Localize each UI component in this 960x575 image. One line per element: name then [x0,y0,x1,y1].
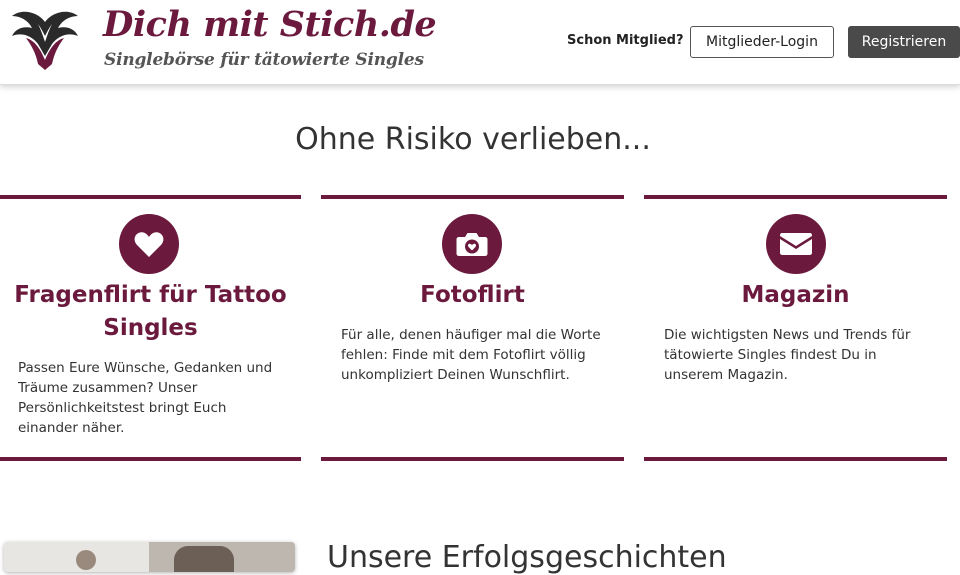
feature-description: Die wichtigsten News und Trends für täto… [664,325,944,385]
page-title: Ohne Risiko verlieben... [295,122,651,157]
feature-card-fotoflirt[interactable]: Fotoflirt Für alle, denen häufiger mal d… [321,195,624,461]
logo-title[interactable]: Dich mit Stich.de [103,4,437,45]
feature-icon-circle [442,214,502,274]
member-login-button[interactable]: Mitglieder-Login [690,26,834,58]
member-question: Schon Mitglied? [567,33,684,48]
tribal-tattoo-logo-icon[interactable] [8,8,82,72]
register-button[interactable]: Registrieren [848,26,960,58]
feature-card-magazin[interactable]: Magazin Die wichtigsten News und Trends … [644,195,947,461]
register-label: Registrieren [861,34,947,50]
camera-icon [456,233,488,256]
feature-description-line: Persönlichkeitstest bringt Euch [18,400,227,416]
feature-title[interactable]: Fotoflirt [321,279,624,312]
member-login-label: Mitglieder-Login [706,34,818,50]
feature-title-line1: Fragenflirt für Tattoo [14,282,287,308]
feature-description-line: Die wichtigsten News und Trends für [664,327,911,343]
photo-person [174,546,234,572]
feature-description-line: tätowierte Singles findest Du in [664,347,877,363]
envelope-icon [780,233,812,255]
feature-description-line: unserem Magazin. [664,367,788,383]
heart-icon [134,231,164,257]
feature-description-line: Passen Eure Wünsche, Gedanken und [18,360,273,376]
feature-description: Für alle, denen häufiger mal die Worte f… [341,325,621,385]
feature-title-line1: Magazin [741,282,850,308]
feature-icon-circle [766,214,826,274]
feature-description-line: unkompliziert Deinen Wunschflirt. [341,367,570,383]
success-stories-title: Unsere Erfolgsgeschichten [327,540,727,575]
feature-title[interactable]: Magazin [644,279,947,312]
feature-description-line: Für alle, denen häufiger mal die Worte [341,327,601,343]
feature-description-line: fehlen: Finde mit dem Fotoflirt völlig [341,347,586,363]
feature-description-line: Träume zusammen? Unser [18,380,198,396]
photo-person [76,550,96,570]
feature-icon-circle [119,214,179,274]
logo-tagline: Singlebörse für tätowierte Singles [104,50,424,70]
feature-title-line1: Fotoflirt [420,282,525,308]
feature-title[interactable]: Fragenflirt für Tattoo Singles [0,279,301,345]
feature-description: Passen Eure Wünsche, Gedanken und Träume… [18,358,298,438]
feature-title-line2: Singles [103,315,198,341]
site-header: Dich mit Stich.de Singlebörse für tätowi… [0,0,960,85]
feature-description-line: einander näher. [18,420,125,436]
feature-card-fragenflirt[interactable]: Fragenflirt für Tattoo Singles Passen Eu… [0,195,301,461]
success-story-photo[interactable] [4,542,295,572]
